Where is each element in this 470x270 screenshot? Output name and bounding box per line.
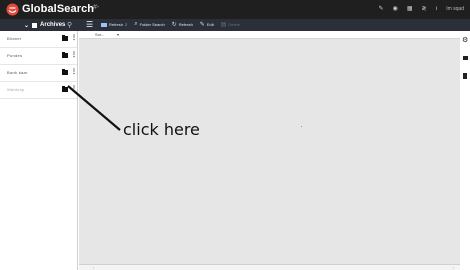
trash-icon: ▤ <box>220 22 227 28</box>
toolbar-folder-button[interactable]: Refresh 2 <box>101 22 127 27</box>
folder-icon[interactable] <box>62 52 68 58</box>
cursor-mark <box>301 126 302 127</box>
toolbar-delete-button[interactable]: ▤ Delete <box>221 21 240 28</box>
right-rail: ⚙ <box>460 31 470 270</box>
chevron-down-icon: ⌄ <box>24 22 30 29</box>
sidebar-item-label: Bank kaar <box>7 70 28 75</box>
search-icon[interactable]: ⚲ <box>67 21 72 29</box>
archive-icon <box>32 22 38 28</box>
code-icon[interactable]: ≷ <box>422 5 427 12</box>
archives-label: Archives <box>40 22 66 28</box>
toolbar-folder-search-button[interactable]: ⌕ Folder Search <box>134 21 165 28</box>
toolbar-folder-badge: 2 <box>125 22 128 27</box>
toolbar-delete-label: Delete <box>228 22 240 27</box>
settings-gear-icon[interactable]: ⚙ <box>462 36 468 44</box>
horizontal-scrollbar[interactable]: ‹ › <box>79 264 460 270</box>
more-options-icon[interactable]: ⋮ <box>71 69 77 75</box>
sidebar-item-label: Pundes <box>7 53 23 58</box>
sort-dropdown[interactable]: Sor... <box>95 32 104 37</box>
sidebar-item[interactable]: Bilaner ⋮ <box>0 31 77 48</box>
folder-icon[interactable] <box>463 56 468 60</box>
document-icon[interactable] <box>463 73 467 79</box>
sidebar-item-label: Bilaner <box>7 36 22 41</box>
sidebar: Bilaner ⋮ Pundes ⋮ Bank kaar ⋮ Waldesp ⋮ <box>0 31 78 270</box>
toolbar-folder-label: Refresh <box>109 22 124 27</box>
folder-icon[interactable] <box>62 86 68 92</box>
archives-dropdown[interactable]: ⌄ Archives <box>24 20 65 30</box>
wrench-icon[interactable]: ✎ <box>379 5 384 12</box>
toolbar-edit-label: Edit <box>206 22 214 27</box>
globalsearch-logo-icon[interactable] <box>6 3 19 16</box>
menu-icon[interactable]: ☰ <box>86 20 93 29</box>
sidebar-item[interactable]: Waldesp ⋮ <box>0 82 77 99</box>
brand-extra: #- <box>93 4 100 11</box>
folder-icon[interactable] <box>62 35 68 41</box>
pencil-icon: ✎ <box>199 22 205 28</box>
caret-down-icon[interactable]: ▾ <box>117 32 119 37</box>
refresh-icon: ↻ <box>171 22 177 28</box>
toolbar-actions: Refresh 2 ⌕ Folder Search ↻ Refresh ✎ Ed… <box>101 21 240 28</box>
top-bar: GlobalSearch #- ✎ ◉ ▦ ≷ ı Im sqad <box>0 0 470 19</box>
annotation-text: click here <box>123 120 200 139</box>
content-area: Sor... ▾ ‹ › <box>79 31 460 270</box>
toolbar: ⌄ Archives ⚲ ☰ Refresh 2 ⌕ Folder Search… <box>0 19 470 31</box>
toolbar-refresh-label: Refresh <box>178 22 193 27</box>
sidebar-item[interactable]: Pundes ⋮ <box>0 48 77 65</box>
toolbar-folder-search-label: Folder Search <box>139 22 165 27</box>
more-options-icon[interactable]: ⋮ <box>71 86 77 92</box>
scroll-left-icon[interactable]: ‹ <box>93 265 94 270</box>
sidebar-item-label: Waldesp <box>7 87 25 92</box>
top-right-controls: ✎ ◉ ▦ ≷ ı Im sqad <box>379 5 464 13</box>
app-title[interactable]: GlobalSearch <box>22 3 94 15</box>
more-options-icon[interactable]: ⋮ <box>71 35 77 41</box>
content-header: Sor... ▾ <box>79 31 460 39</box>
globe-icon[interactable]: ◉ <box>393 5 398 12</box>
toolbar-edit-button[interactable]: ✎ Edit <box>200 21 214 28</box>
sidebar-item[interactable]: Bank kaar ⋮ <box>0 65 77 82</box>
search-folder-icon: ⌕ <box>134 21 138 27</box>
grid-icon[interactable]: ▦ <box>407 5 413 12</box>
folder-icon[interactable] <box>62 69 68 75</box>
toolbar-refresh-button[interactable]: ↻ Refresh <box>172 21 193 28</box>
more-options-icon[interactable]: ⋮ <box>71 52 77 58</box>
scroll-right-icon[interactable]: › <box>453 265 454 270</box>
folder-icon <box>101 22 107 27</box>
info-icon[interactable]: ı <box>436 6 438 12</box>
user-name[interactable]: Im sqad <box>446 6 464 12</box>
